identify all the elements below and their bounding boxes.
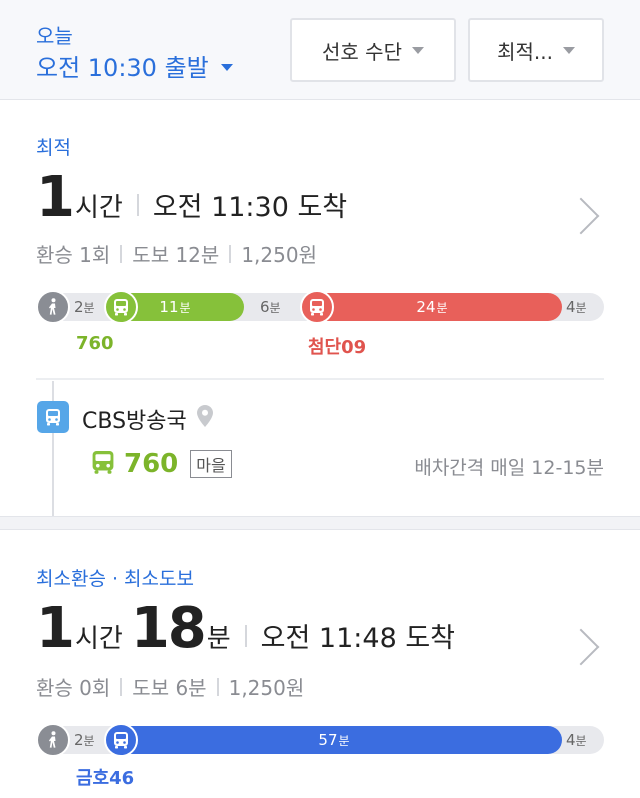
fare: 1,250원: [241, 243, 317, 267]
caret-down-icon: [562, 46, 575, 54]
route-card[interactable]: 최소환승 · 최소도보 1 시간 18 분 오전 11:48 도착 환승 0회 …: [0, 530, 640, 798]
preferred-transport-button[interactable]: 선호 수단: [290, 18, 456, 82]
chevron-right-icon[interactable]: [562, 628, 600, 666]
bus-segment: 24 분: [302, 293, 562, 321]
route-number-label: 첨단09: [308, 337, 367, 358]
route-summary: 환승 1회 도보 12분 1,250원: [36, 239, 317, 268]
divider: [136, 194, 139, 216]
route-timeline: 2분 11 분 6분 24 분 4분: [36, 290, 604, 324]
route-number-label: 금호46: [76, 768, 135, 789]
bus-number: 760: [124, 449, 179, 479]
route-tag: 최적: [36, 137, 71, 159]
duration-hours-unit: 시간: [74, 624, 123, 654]
route-duration: 1 시간 18 분 오전 11:48 도착: [36, 596, 455, 661]
route-duration: 1 시간 오전 11:30 도착: [36, 165, 347, 230]
bus-type-badge: 마을: [190, 450, 232, 478]
divider: [36, 378, 604, 380]
preferred-transport-label: 선호 수단: [322, 39, 402, 64]
location-pin-icon[interactable]: [196, 405, 213, 433]
departure-time-label: 오전 10:30 출발: [36, 54, 209, 82]
divider: [216, 677, 219, 696]
caret-down-icon: [411, 46, 424, 54]
caret-down-icon: [220, 64, 233, 71]
route-summary: 환승 0회 도보 6분 1,250원: [36, 672, 304, 701]
walk-end-label: 4분: [566, 731, 587, 749]
duration-hours: 1: [36, 596, 75, 661]
bus-stop-icon: [37, 401, 69, 433]
divider: [229, 244, 232, 263]
divider: [120, 244, 123, 263]
divider: [120, 677, 123, 696]
bus-icon: [90, 449, 116, 479]
top-bar: 오늘 오전 10:30 출발 선호 수단 최적...: [0, 0, 640, 100]
duration-hours: 1: [36, 165, 75, 230]
bus-segment: 57 분: [106, 726, 562, 754]
card-separator: [0, 516, 640, 530]
bus-stop-name: CBS방송국: [82, 409, 187, 434]
departure-day[interactable]: 오늘: [36, 20, 73, 49]
departure-time-selector[interactable]: 오전 10:30 출발: [36, 48, 233, 83]
walking-person-icon: [36, 723, 70, 757]
walk-time: 도보 6분: [132, 676, 207, 700]
route-tag: 최소환승 · 최소도보: [36, 568, 194, 590]
arrival-time: 오전 11:48 도착: [260, 623, 456, 654]
duration-minutes-unit: 분: [206, 624, 231, 654]
sort-order-button[interactable]: 최적...: [468, 18, 604, 82]
route-card[interactable]: 최적 1 시간 오전 11:30 도착 환승 1회 도보 12분 1,250원 …: [0, 101, 640, 516]
transfer-count: 환승 0회: [36, 676, 111, 700]
bus-stop[interactable]: CBS방송국: [82, 403, 213, 435]
bus-icon: [104, 723, 138, 757]
walk-end-label: 4분: [566, 298, 587, 316]
bus-line-info[interactable]: 760 마을: [90, 449, 232, 479]
walking-person-icon: [36, 290, 70, 324]
divider: [244, 625, 247, 647]
route-number-label: 760: [76, 333, 114, 354]
bus-interval: 배차간격 매일 12-15분: [414, 457, 604, 479]
transfer-count: 환승 1회: [36, 243, 111, 267]
fare: 1,250원: [228, 676, 305, 700]
walk-time: 도보 12분: [132, 243, 220, 267]
chevron-right-icon[interactable]: [562, 197, 600, 235]
transfer-walk-label: 6분: [260, 298, 281, 316]
route-timeline: 2분 57 분 4분: [36, 723, 604, 757]
arrival-time: 오전 11:30 도착: [152, 192, 348, 223]
duration-hours-unit: 시간: [74, 193, 123, 223]
bus-icon: [104, 290, 138, 324]
walk-start-label: 2분: [74, 298, 95, 316]
sort-order-label: 최적...: [497, 39, 553, 64]
bus-icon: [300, 290, 334, 324]
walk-start-label: 2분: [74, 731, 95, 749]
duration-minutes: 18: [130, 596, 207, 661]
